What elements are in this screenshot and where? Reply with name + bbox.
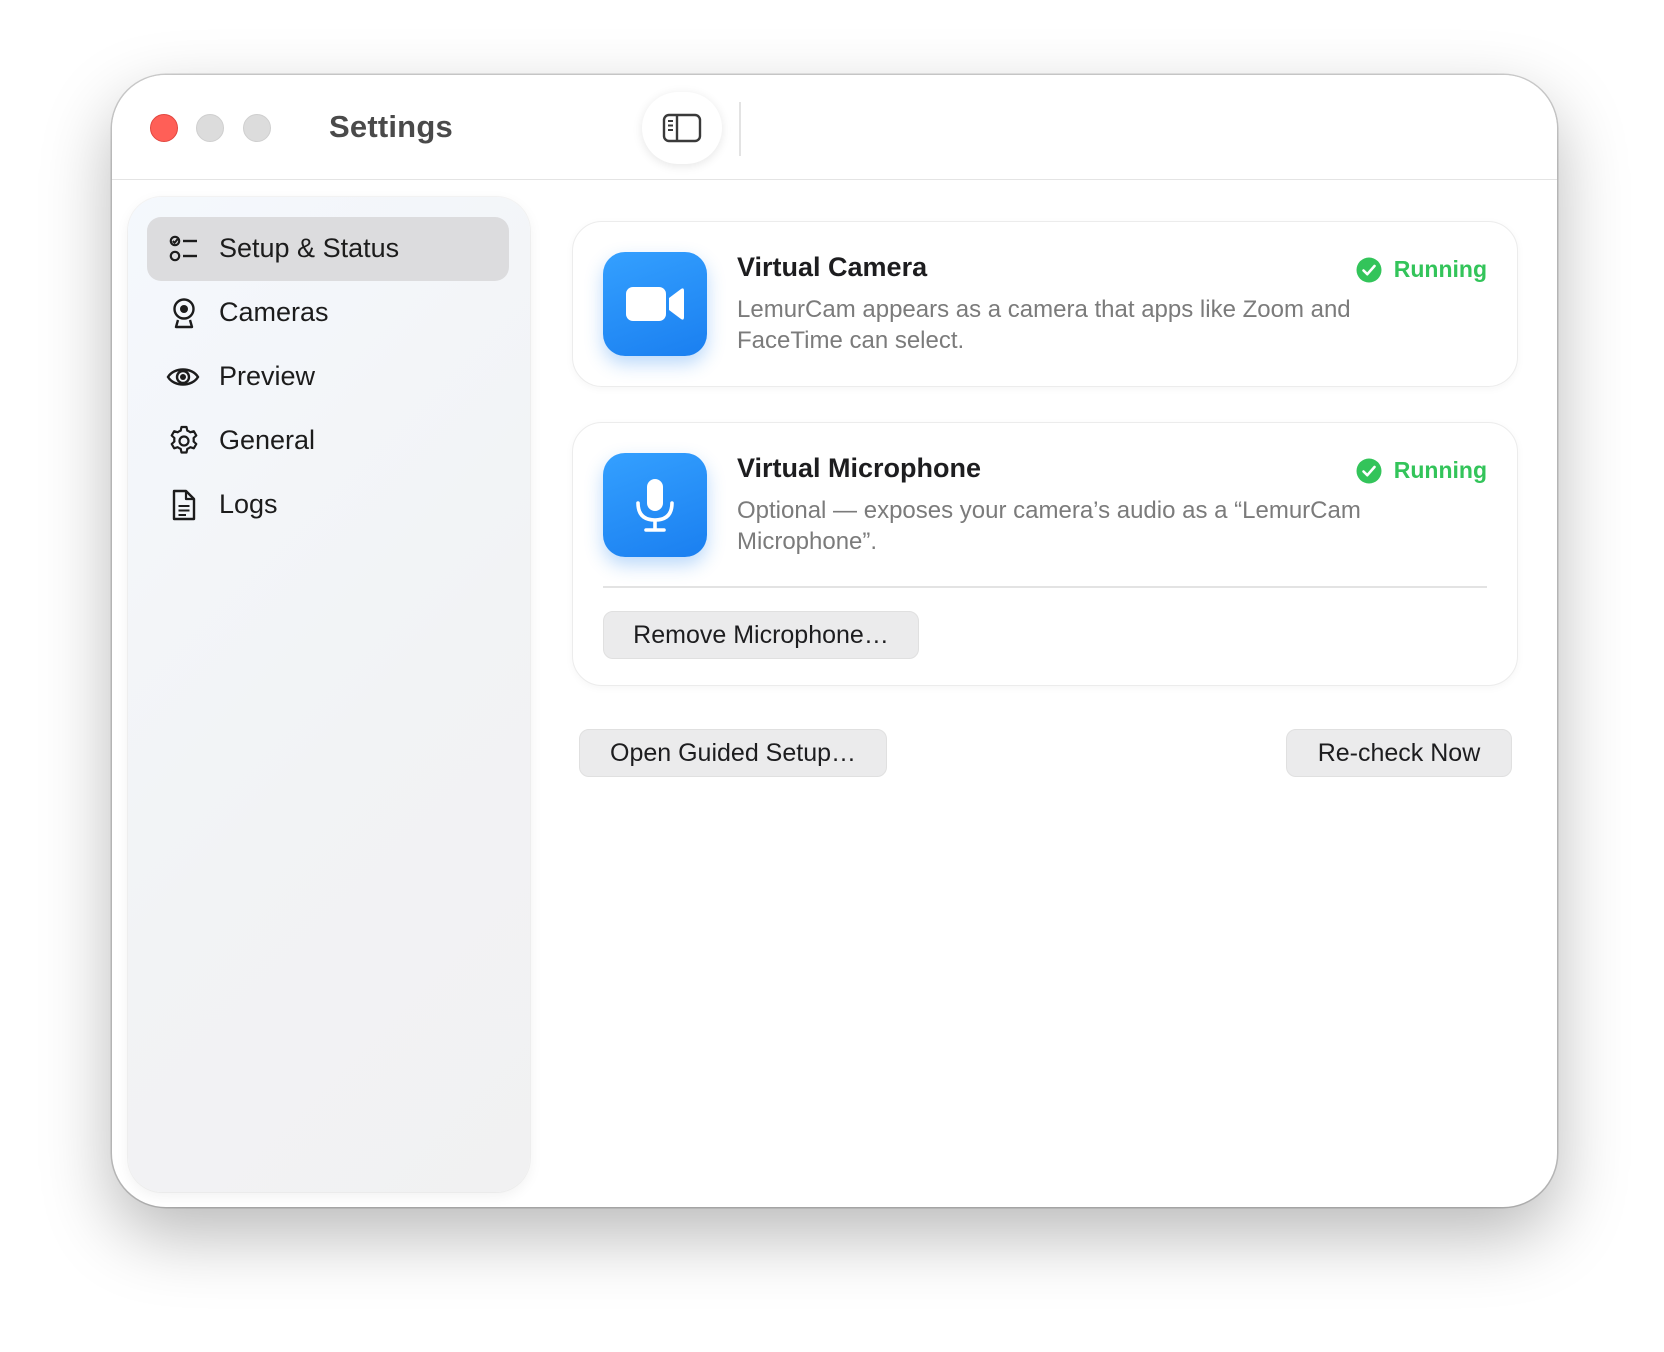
sidebar-item-preview[interactable]: Preview [147,345,509,409]
sidebar-item-logs[interactable]: Logs [147,473,509,537]
eye-icon [166,368,200,386]
document-icon [172,489,196,521]
virtual-camera-description: LemurCam appears as a camera that apps l… [737,296,1351,354]
status-badge: Running [1356,457,1487,484]
microphone-icon [636,479,674,532]
video-camera-icon [626,287,684,321]
virtual-microphone-title: Virtual Microphone [737,453,982,483]
zoom-window-button[interactable] [243,114,271,142]
virtual-microphone-card: Virtual Microphone Running Optional — ex… [572,422,1518,686]
sidebar-item-label: Preview [219,361,316,391]
sidebar-item-general[interactable]: General [147,409,509,473]
open-guided-setup-button[interactable]: Open Guided Setup… [579,729,887,777]
sidebar-item-label: General [219,425,316,455]
sidebar-item-setup-status[interactable]: Setup & Status [147,217,509,281]
status-text: Running [1393,256,1487,282]
status-badge: Running [1356,256,1487,283]
status-text: Running [1393,457,1487,483]
minimize-window-button[interactable] [196,114,224,142]
sidebar-item-label: Logs [219,489,278,519]
sidebar-item-cameras[interactable]: Cameras [147,281,509,345]
virtual-microphone-app-icon [603,453,707,557]
sidebar-item-label: Setup & Status [219,233,400,263]
virtual-camera-app-icon [603,252,707,356]
checkmark-circle-icon [1356,257,1382,282]
card-divider [603,586,1487,588]
virtual-camera-title: Virtual Camera [737,252,928,282]
checkmark-circle-icon [1356,458,1382,483]
recheck-now-button[interactable]: Re-check Now [1286,729,1512,777]
toggle-sidebar-button[interactable] [642,92,722,164]
virtual-camera-card: Virtual Camera Running LemurCam appears … [572,221,1518,387]
gear-icon [170,425,198,454]
webcam-icon [173,298,195,329]
remove-microphone-button[interactable]: Remove Microphone… [603,611,919,659]
sidebar-icon [662,113,702,143]
close-window-button[interactable] [150,114,178,142]
sidebar: Setup & Status Cameras Preview General L… [128,197,530,1192]
checklist-icon [169,235,197,262]
toolbar-divider [739,102,741,156]
settings-window: Settings Setup & Status Cameras Preview … [112,75,1557,1207]
sidebar-item-label: Cameras [219,297,329,327]
window-title: Settings [329,109,453,144]
title-bar: Settings [112,75,1557,180]
virtual-microphone-description: Optional — exposes your camera’s audio a… [737,497,1361,555]
